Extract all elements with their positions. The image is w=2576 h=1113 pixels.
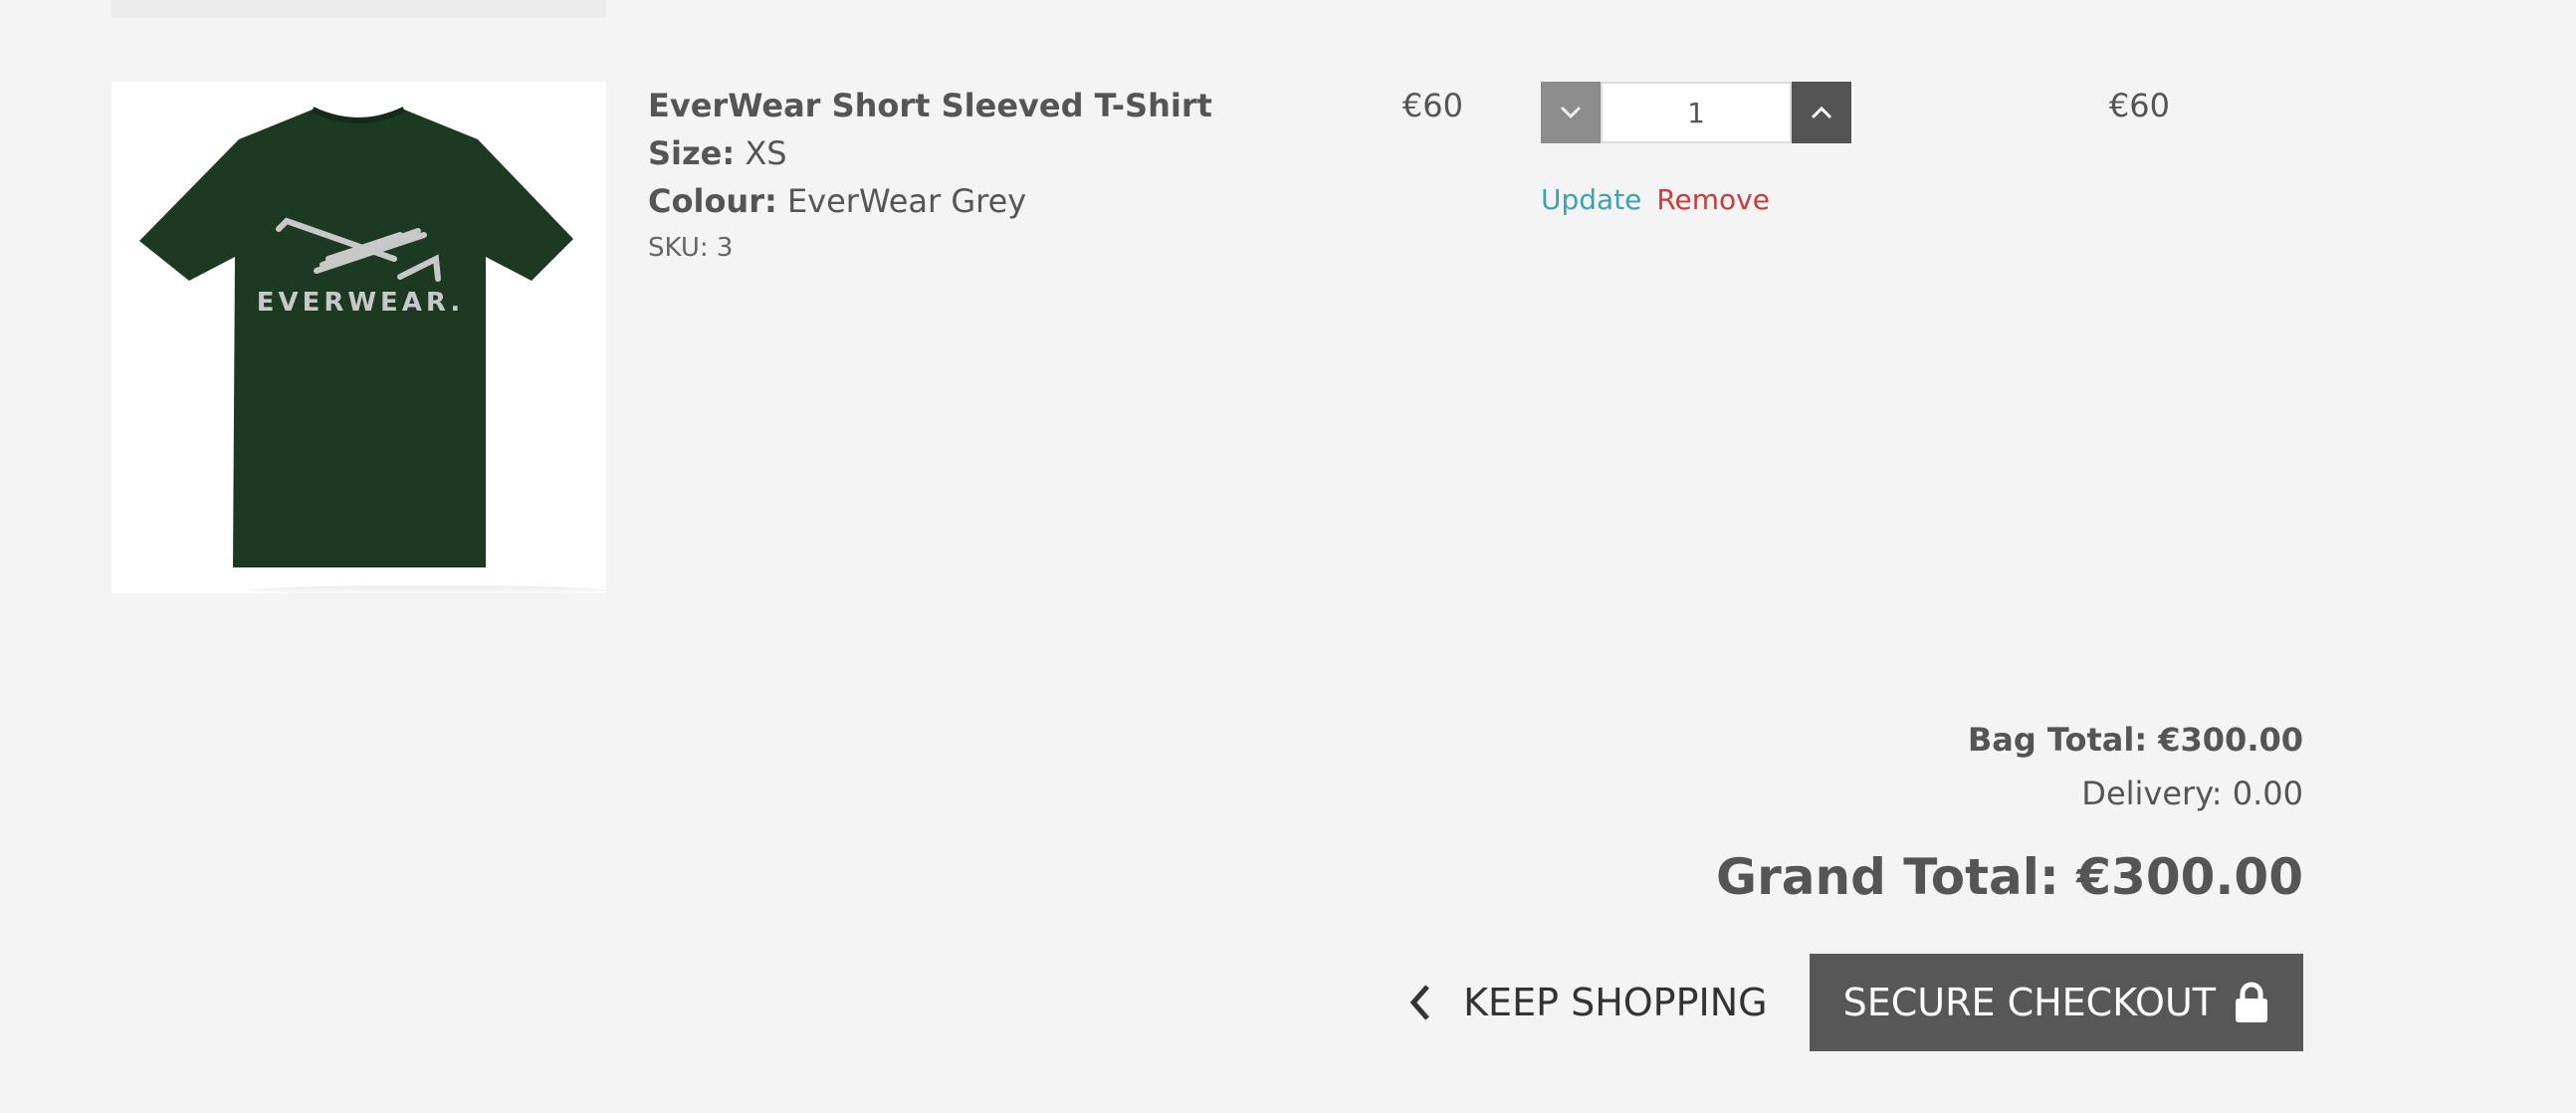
bag-actions: KEEP SHOPPING SECURE CHECKOUT <box>1407 954 2303 1051</box>
update-link[interactable]: Update <box>1541 183 1641 216</box>
size-value: XS <box>745 134 787 172</box>
size-label: Size: <box>648 134 736 172</box>
grand-total: Grand Total: €300.00 <box>1716 848 2303 906</box>
product-info: EverWear Short Sleeved T-Shirt Size: XS … <box>648 82 1212 271</box>
chevron-down-icon <box>1560 106 1582 119</box>
product-size: Size: XS <box>648 129 1212 177</box>
lock-icon <box>2236 982 2267 1022</box>
colour-label: Colour: <box>648 182 777 220</box>
brand-logo-text: EVERWEAR. <box>257 288 465 318</box>
line-total: €60 <box>2108 87 2170 124</box>
order-summary: Bag Total: €300.00 Delivery: 0.00 Grand … <box>1716 715 2303 912</box>
product-image[interactable]: EVERWEAR. <box>111 82 606 593</box>
increment-quantity-button[interactable] <box>1792 82 1851 143</box>
colour-value: EverWear Grey <box>786 182 1027 220</box>
keep-shopping-link[interactable]: KEEP SHOPPING <box>1407 981 1768 1024</box>
image-shadow <box>249 585 607 595</box>
product-colour: Colour: EverWear Grey <box>648 177 1212 225</box>
remove-link[interactable]: Remove <box>1656 183 1770 216</box>
item-actions: Update Remove <box>1541 177 1770 223</box>
previous-item-image <box>111 0 606 18</box>
secure-checkout-button[interactable]: SECURE CHECKOUT <box>1809 954 2303 1051</box>
product-sku: SKU: 3 <box>648 233 734 263</box>
decrement-quantity-button[interactable] <box>1541 82 1601 143</box>
unit-price: €60 <box>1401 87 1463 124</box>
product-name: EverWear Short Sleeved T-Shirt <box>648 87 1212 124</box>
tshirt-shape <box>139 110 573 567</box>
chevron-up-icon <box>1811 106 1832 119</box>
chevron-left-icon <box>1409 985 1430 1020</box>
delivery-cost: Delivery: 0.00 <box>2081 775 2303 812</box>
bag-total: Bag Total: €300.00 <box>1967 721 2303 759</box>
quantity-input[interactable] <box>1601 82 1792 143</box>
keep-shopping-label: KEEP SHOPPING <box>1463 981 1768 1024</box>
quantity-stepper <box>1541 82 1851 143</box>
checkout-label: SECURE CHECKOUT <box>1842 981 2216 1024</box>
